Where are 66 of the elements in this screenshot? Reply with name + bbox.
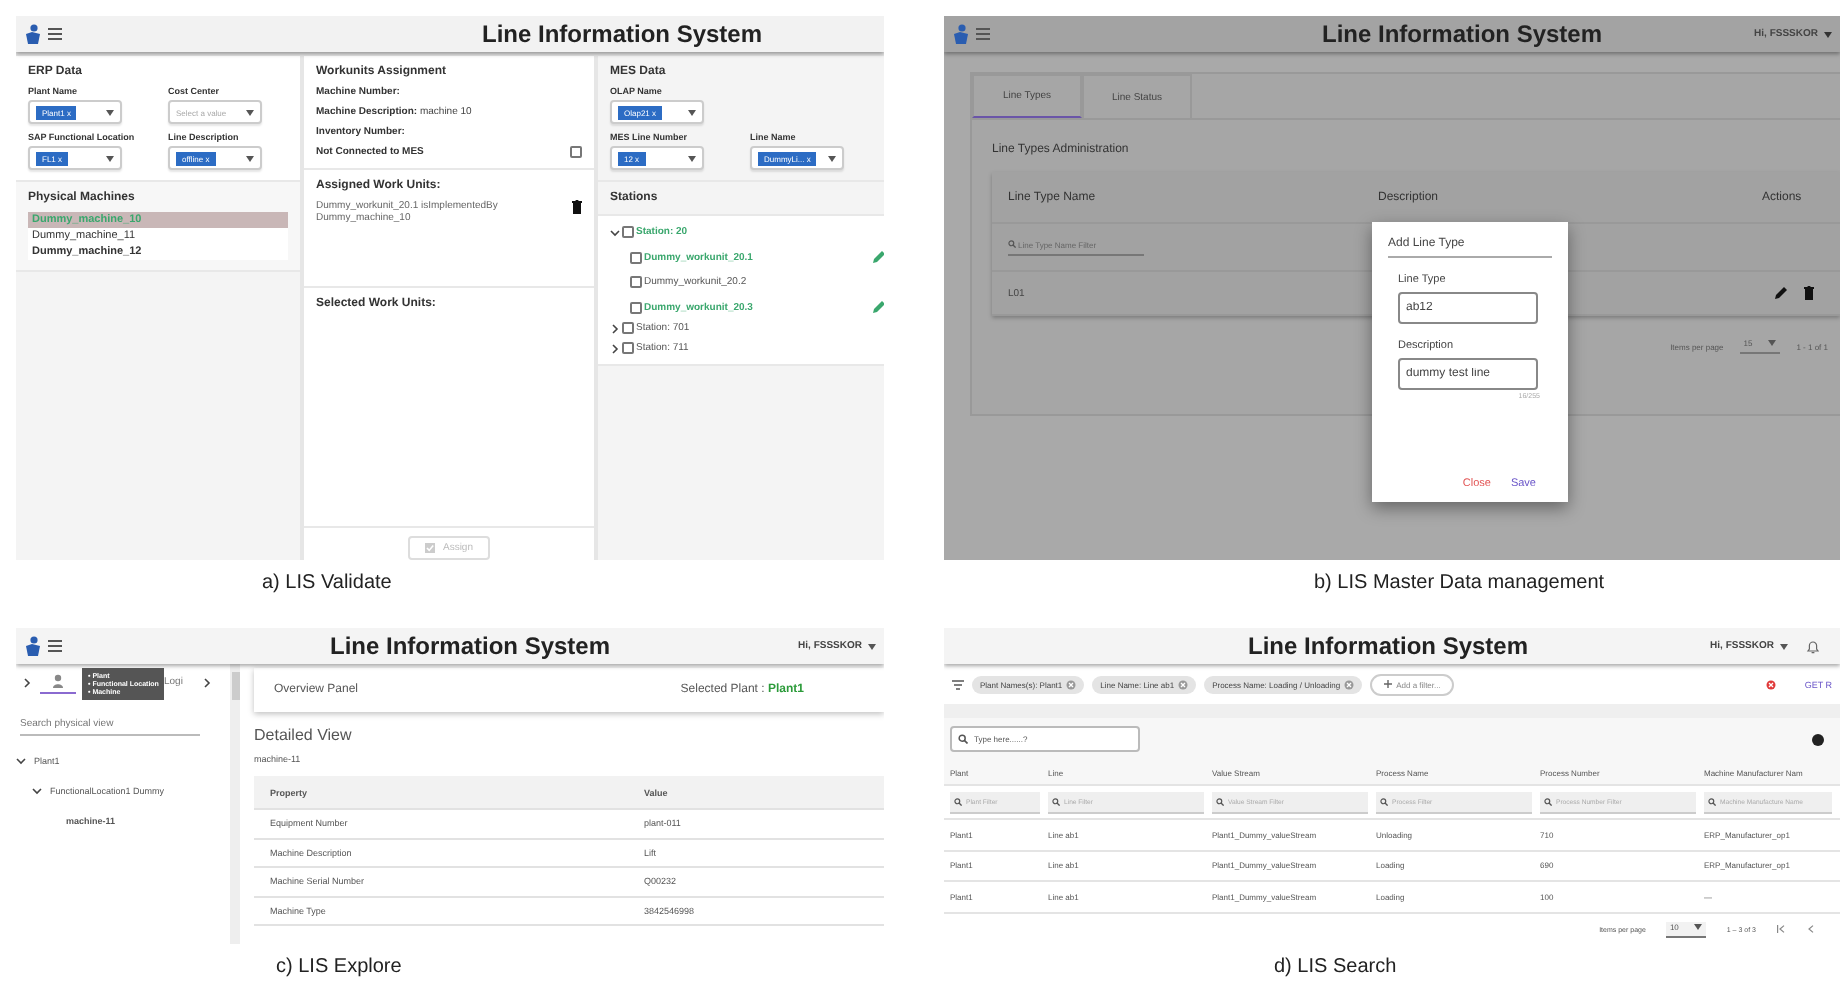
caret-icon <box>106 155 114 161</box>
checkbox[interactable] <box>630 301 642 313</box>
checkbox[interactable] <box>622 342 634 354</box>
plus-icon <box>1384 680 1393 688</box>
menu-icon[interactable] <box>976 28 990 40</box>
caret-icon <box>828 155 836 161</box>
previous-page-icon[interactable] <box>1806 924 1816 934</box>
caret-icon <box>1824 31 1832 37</box>
app-title: Line Information System <box>1320 20 1605 48</box>
figure-caption: a) LIS Validate <box>260 572 394 594</box>
tab[interactable] <box>40 670 76 694</box>
pencil-icon[interactable] <box>1774 286 1788 300</box>
chevron-right-icon[interactable] <box>22 677 32 687</box>
checkbox[interactable] <box>570 146 582 158</box>
person-icon <box>52 674 64 688</box>
checkbox[interactable] <box>630 251 642 263</box>
search-icon <box>1544 797 1552 805</box>
checkbox[interactable] <box>630 276 642 288</box>
trash-icon[interactable] <box>1804 286 1814 300</box>
figure-caption: d) LIS Search <box>1272 956 1399 978</box>
figure-caption: b) LIS Master Data management <box>1312 572 1607 594</box>
caret-icon <box>688 109 696 115</box>
figure-caption: c) LIS Explore <box>274 956 404 978</box>
trash-icon[interactable] <box>572 200 582 214</box>
search-icon <box>1008 240 1016 248</box>
caret-icon <box>246 155 254 161</box>
section-title: Detailed View <box>254 726 354 744</box>
logo-icon <box>24 635 42 657</box>
first-page-icon[interactable] <box>1776 924 1786 934</box>
menu-icon[interactable] <box>48 640 62 652</box>
app-title: Line Information System <box>328 632 613 660</box>
checkbox[interactable] <box>622 226 634 238</box>
chevron-right-icon[interactable] <box>610 343 620 353</box>
search-icon <box>954 797 962 805</box>
caret-icon <box>1780 643 1788 649</box>
chevron-down-icon[interactable] <box>16 756 26 766</box>
search-icon <box>958 734 968 744</box>
search-icon <box>1052 797 1060 805</box>
close-icon[interactable] <box>1344 679 1355 689</box>
chevron-down-icon[interactable] <box>610 227 620 237</box>
caret-icon <box>106 109 114 115</box>
caret-icon <box>246 109 254 115</box>
logo-icon <box>24 23 42 45</box>
menu-icon[interactable] <box>48 28 62 40</box>
search-icon <box>1380 797 1388 805</box>
caret-icon <box>1694 923 1703 929</box>
search-icon <box>1708 797 1716 805</box>
app-title: Line Information System <box>479 20 765 48</box>
scrollbar[interactable] <box>230 664 240 944</box>
app-title: Line Information System <box>1246 632 1531 660</box>
search-icon <box>1216 797 1224 805</box>
bell-icon[interactable] <box>1806 639 1820 653</box>
close-icon[interactable] <box>1178 679 1189 689</box>
checklist-icon <box>424 542 437 554</box>
close-icon[interactable] <box>1766 679 1777 689</box>
caret-icon <box>868 643 876 649</box>
filter-icon[interactable] <box>952 679 964 689</box>
chevron-right-icon[interactable] <box>202 677 213 687</box>
chevron-down-icon[interactable] <box>32 786 42 796</box>
close-icon[interactable] <box>1066 679 1077 689</box>
caret-icon <box>1768 340 1777 346</box>
info-icon[interactable] <box>1812 733 1824 745</box>
caret-icon <box>688 155 696 161</box>
checkbox[interactable] <box>622 322 634 334</box>
chevron-right-icon[interactable] <box>610 323 620 333</box>
logo-icon <box>952 23 970 45</box>
